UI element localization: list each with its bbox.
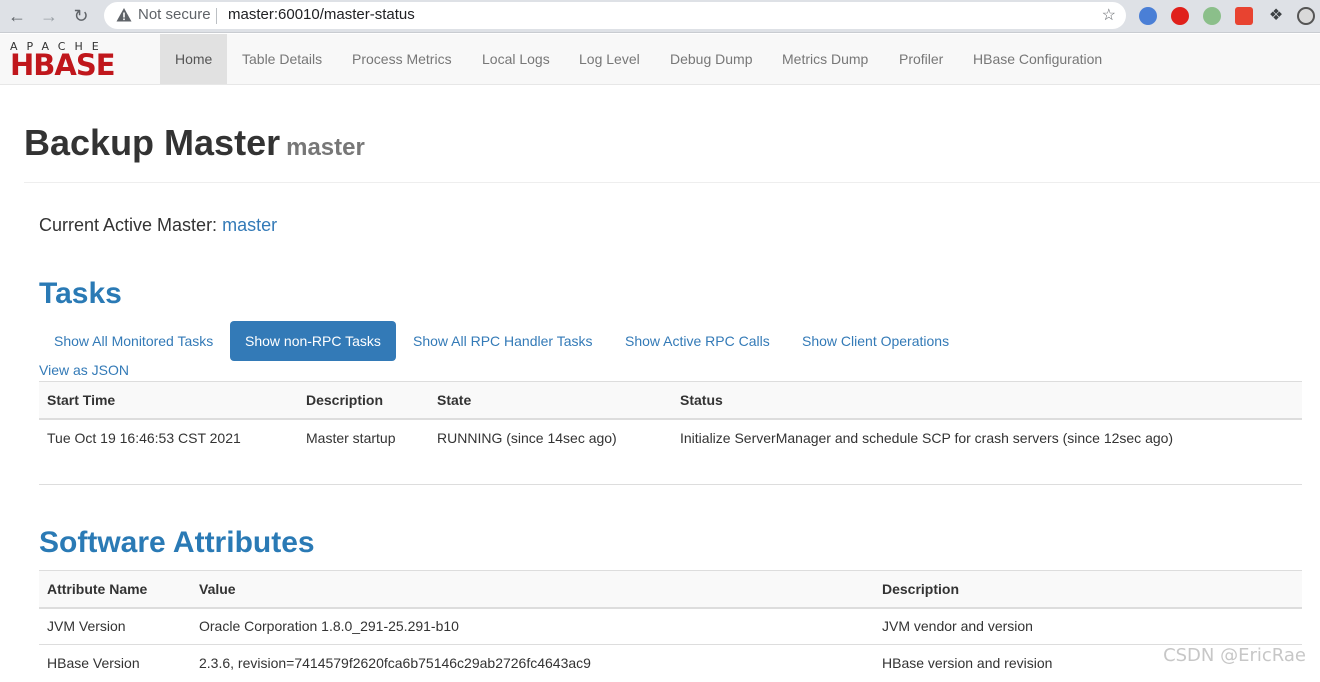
table-cell: JVM vendor and version	[874, 607, 1302, 645]
extension-icon[interactable]	[1171, 7, 1189, 25]
nav-log-level[interactable]: Log Level	[564, 34, 655, 84]
nav-process-metrics[interactable]: Process Metrics	[337, 34, 467, 84]
column-header[interactable]: Description	[298, 381, 429, 420]
software-attributes-table: Attribute Name Value Description JVM Ver…	[39, 570, 1302, 682]
avatar[interactable]	[1297, 7, 1315, 25]
tab-all-monitored-tasks[interactable]: Show All Monitored Tasks	[39, 321, 228, 361]
active-master-line: Current Active Master: master	[39, 215, 277, 236]
active-master-link[interactable]: master	[222, 215, 277, 235]
table-cell: Oracle Corporation 1.8.0_291-25.291-b10	[191, 607, 874, 645]
security-label[interactable]: Not secure	[138, 6, 211, 23]
nav-local-logs[interactable]: Local Logs	[467, 34, 565, 84]
page-title: Backup Master master	[24, 122, 365, 163]
table-row: JVM Version Oracle Corporation 1.8.0_291…	[39, 607, 1302, 645]
tasks-heading: Tasks	[39, 277, 122, 310]
puzzle-icon[interactable]: ❖	[1267, 7, 1285, 25]
url-text[interactable]: master:60010/master-status	[228, 6, 415, 23]
nav-metrics-dump[interactable]: Metrics Dump	[767, 34, 883, 84]
column-header: Value	[191, 570, 874, 609]
table-cell: Initialize ServerManager and schedule SC…	[672, 418, 1302, 456]
page-subtitle: master	[286, 134, 365, 161]
nav-debug-dump[interactable]: Debug Dump	[655, 34, 768, 84]
table-cell: HBase Version	[39, 644, 191, 682]
extension-icon[interactable]	[1139, 7, 1157, 25]
table-cell: RUNNING (since 14sec ago)	[429, 418, 672, 456]
table-cell: Master startup	[298, 418, 429, 456]
extension-icon[interactable]	[1235, 7, 1253, 25]
hbase-logo[interactable]: APACHE HBASE	[10, 40, 150, 82]
active-master-label: Current Active Master:	[39, 215, 218, 235]
divider	[24, 182, 1320, 183]
table-cell: 2.3.6, revision=7414579f2620fca6b75146c2…	[191, 644, 874, 682]
column-header: Description	[874, 570, 1302, 609]
column-header[interactable]: Status	[672, 381, 1302, 420]
column-header: Attribute Name	[39, 570, 191, 609]
nav-hbase-configuration[interactable]: HBase Configuration	[958, 34, 1117, 84]
nav-table-details[interactable]: Table Details	[227, 34, 337, 84]
bookmark-star-icon[interactable]: ☆	[1102, 5, 1116, 25]
table-cell: Tue Oct 19 16:46:53 CST 2021	[39, 418, 298, 456]
warning-icon	[116, 8, 132, 22]
divider	[216, 8, 217, 24]
tab-non-rpc-tasks[interactable]: Show non-RPC Tasks	[230, 321, 396, 361]
address-bar[interactable]: Not secure master:60010/master-status ☆	[104, 2, 1126, 29]
software-attributes-heading: Software Attributes	[39, 526, 315, 559]
top-navbar: APACHE HBASE Home Table Details Process …	[0, 34, 1320, 85]
nav-profiler[interactable]: Profiler	[884, 34, 958, 84]
tab-client-operations[interactable]: Show Client Operations	[787, 321, 964, 361]
view-as-json-link[interactable]: View as JSON	[39, 362, 129, 378]
table-row: Tue Oct 19 16:46:53 CST 2021 Master star…	[39, 418, 1302, 456]
extension-icon[interactable]	[1203, 7, 1221, 25]
table-header-row: Attribute Name Value Description	[39, 570, 1302, 609]
table-header-row: Start Time Description State Status	[39, 381, 1302, 420]
column-header[interactable]: Start Time	[39, 381, 298, 420]
divider	[39, 484, 1302, 485]
back-icon[interactable]: ←	[4, 4, 30, 28]
nav-home[interactable]: Home	[160, 34, 228, 84]
tab-active-rpc-calls[interactable]: Show Active RPC Calls	[610, 321, 785, 361]
table-row: HBase Version 2.3.6, revision=7414579f26…	[39, 644, 1302, 682]
watermark: CSDN @EricRae	[1163, 645, 1306, 666]
reload-icon[interactable]: ↻	[68, 4, 94, 28]
tab-all-rpc-handler-tasks[interactable]: Show All RPC Handler Tasks	[398, 321, 607, 361]
table-cell: JVM Version	[39, 607, 191, 645]
forward-icon[interactable]: →	[36, 4, 62, 28]
column-header[interactable]: State	[429, 381, 672, 420]
browser-toolbar: ← → ↻ Not secure master:60010/master-sta…	[0, 0, 1320, 33]
tasks-table: Start Time Description State Status Tue …	[39, 381, 1302, 456]
